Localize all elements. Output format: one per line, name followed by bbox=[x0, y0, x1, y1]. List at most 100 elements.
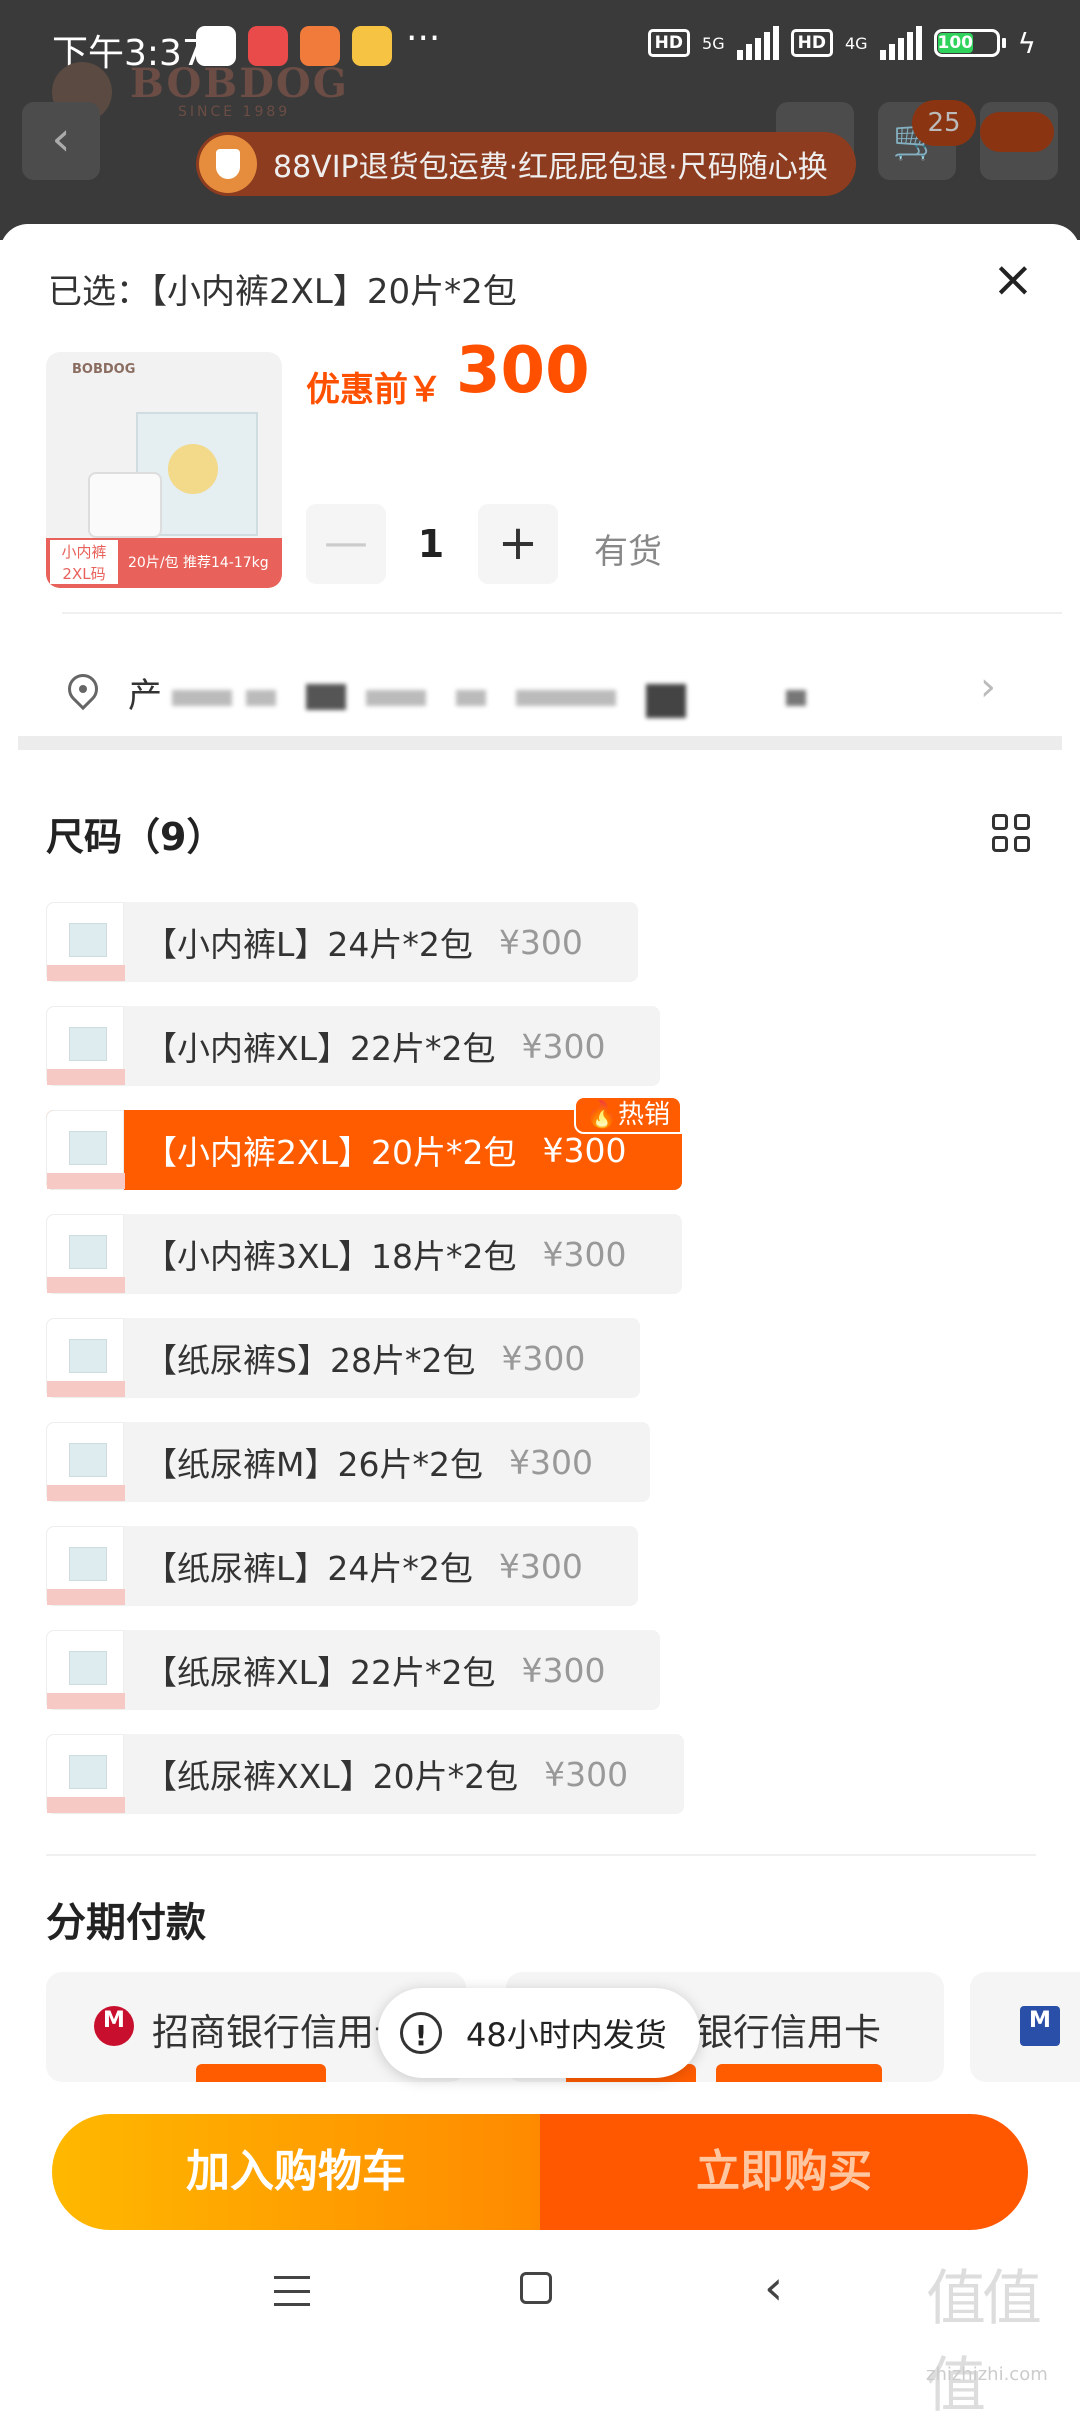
size-option-price: ¥300 bbox=[521, 1650, 606, 1690]
size-option[interactable]: 【小内裤2XL】20片*2包 ¥300 🔥热销 bbox=[46, 1096, 682, 1190]
buy-now-button[interactable]: 立即购买 bbox=[540, 2114, 1028, 2230]
thumb-size-line1: 小内裤 bbox=[61, 543, 107, 561]
thumb-size-line2: 2XL码 bbox=[62, 565, 106, 583]
more-button[interactable] bbox=[980, 102, 1058, 180]
size-option-thumbnail bbox=[46, 1630, 125, 1710]
bank-logo-icon bbox=[1020, 2006, 1060, 2046]
price-label: 优惠前￥ bbox=[306, 370, 442, 410]
size-option-price: ¥300 bbox=[544, 1754, 629, 1794]
home-icon[interactable] bbox=[520, 2272, 552, 2304]
size-option-thumbnail bbox=[46, 1006, 125, 1086]
hd-indicator: HD bbox=[647, 29, 691, 57]
shipping-toast: ! 48小时内发货 bbox=[378, 1988, 700, 2078]
size-option-name: 【小内裤L】24片*2包 bbox=[144, 925, 473, 964]
vip-banner[interactable]: 88VIP退货包运费·红屁屁包退·尺码随心换 bbox=[196, 132, 856, 196]
section-separator bbox=[18, 736, 1062, 750]
size-option-thumbnail bbox=[46, 902, 125, 982]
size-option[interactable]: 【小内裤L】24片*2包 ¥300 bbox=[46, 902, 638, 982]
battery-icon: 100 bbox=[933, 29, 1006, 57]
thumb-size-banner: 小内裤 2XL码 20片/包 推荐14-17kg bbox=[46, 538, 282, 588]
info-icon: ! bbox=[400, 2012, 442, 2054]
size-option-price: ¥300 bbox=[521, 1026, 606, 1066]
size-option-name: 【纸尿裤XL】22片*2包 bbox=[144, 1653, 496, 1692]
redacted-address bbox=[786, 690, 806, 706]
signal-icon bbox=[736, 26, 779, 60]
close-button[interactable]: × bbox=[986, 252, 1040, 306]
size-option-name: 【纸尿裤M】26片*2包 bbox=[144, 1445, 483, 1484]
redacted-address bbox=[246, 690, 276, 706]
back-button[interactable]: ‹ bbox=[22, 102, 100, 180]
redacted-address bbox=[646, 684, 686, 718]
installment-title: 分期付款 bbox=[46, 1900, 206, 1946]
size-option[interactable]: 【纸尿裤XXL】20片*2包 ¥300 bbox=[46, 1734, 684, 1814]
redacted-address bbox=[516, 690, 616, 706]
watermark-url: zhizhizhi.com bbox=[926, 2364, 1048, 2385]
toast-text: 48小时内发货 bbox=[466, 2016, 667, 2054]
shield-icon bbox=[199, 135, 257, 193]
bank-name: 招商银行信用卡 bbox=[152, 2011, 411, 2054]
more-notifications-icon: ··· bbox=[406, 18, 441, 59]
size-option-thumbnail bbox=[46, 1318, 125, 1398]
menu-icon[interactable] bbox=[274, 2276, 310, 2306]
add-to-cart-button[interactable]: 加入购物车 bbox=[52, 2114, 540, 2230]
signal-icon bbox=[879, 26, 922, 60]
back-icon[interactable]: ‹ bbox=[764, 2260, 783, 2316]
size-option-thumbnail bbox=[46, 1422, 125, 1502]
size-option[interactable]: 【小内裤3XL】18片*2包 ¥300 bbox=[46, 1214, 682, 1294]
size-option-price: ¥300 bbox=[501, 1338, 586, 1378]
address-text: 产 bbox=[128, 676, 162, 716]
quantity-value[interactable]: 1 bbox=[386, 504, 476, 584]
size-option-list: 【小内裤L】24片*2包 ¥300 【小内裤XL】22片*2包 ¥300 【小内裤2XL… bbox=[46, 902, 684, 1838]
size-option-thumbnail bbox=[46, 1734, 125, 1814]
size-option-price: ¥300 bbox=[498, 922, 583, 962]
hd-indicator: HD bbox=[790, 29, 833, 57]
quantity-decrease-button[interactable]: — bbox=[306, 504, 386, 584]
divider bbox=[62, 612, 1062, 614]
thumb-brand: BOBDOG bbox=[72, 362, 136, 377]
charging-icon: ϟ bbox=[1017, 26, 1036, 60]
size-option[interactable]: 【小内裤XL】22片*2包 ¥300 bbox=[46, 1006, 660, 1086]
size-option-name: 【纸尿裤S】28片*2包 bbox=[144, 1341, 476, 1380]
size-option-thumbnail bbox=[46, 1526, 125, 1606]
thumb-info: 20片/包 推荐14-17kg bbox=[128, 555, 269, 571]
price-value: 300 bbox=[456, 334, 590, 408]
grid-view-icon[interactable] bbox=[992, 814, 1030, 852]
size-option-price: ¥300 bbox=[498, 1546, 583, 1586]
size-option[interactable]: 【纸尿裤M】26片*2包 ¥300 bbox=[46, 1422, 650, 1502]
vip-banner-text: 88VIP退货包运费·红屁屁包退·尺码随心换 bbox=[273, 150, 828, 185]
system-navigation-bar: ‹ bbox=[0, 2240, 1080, 2350]
bank-logo-icon bbox=[94, 2006, 134, 2046]
installment-plan-button[interactable] bbox=[716, 2064, 882, 2082]
location-pin-icon bbox=[61, 667, 105, 711]
installment-option-bank3[interactable] bbox=[970, 1972, 1080, 2082]
size-option-thumbnail bbox=[46, 1110, 125, 1190]
size-option-price: ¥300 bbox=[542, 1130, 627, 1170]
action-bar: 加入购物车 立即购买 bbox=[52, 2114, 1028, 2230]
divider bbox=[46, 1854, 1036, 1856]
address-row[interactable]: 产 › bbox=[46, 624, 1046, 740]
installment-plan-button[interactable] bbox=[196, 2064, 326, 2082]
network-type: 4G bbox=[844, 33, 868, 53]
redacted-address bbox=[172, 690, 232, 706]
brand-name: BOBDOG bbox=[130, 60, 349, 107]
size-option[interactable]: 【纸尿裤L】24片*2包 ¥300 bbox=[46, 1526, 638, 1606]
battery-level: 100 bbox=[937, 33, 974, 53]
stock-status: 有货 bbox=[594, 532, 662, 572]
product-image[interactable]: BOBDOG 小内裤 2XL码 20片/包 推荐14-17kg bbox=[46, 352, 282, 588]
background-product-page: 下午3:37 ··· HD 5G HD 4G 100 ϟ BOBDOG SINC… bbox=[0, 0, 1080, 240]
size-option-name: 【纸尿裤L】24片*2包 bbox=[144, 1549, 473, 1588]
redacted-address bbox=[456, 690, 486, 706]
size-option-name: 【小内裤2XL】20片*2包 bbox=[144, 1133, 517, 1172]
sku-selection-sheet: 已选：【小内裤2XL】20片*2包 × BOBDOG 小内裤 2XL码 20片/… bbox=[0, 224, 1080, 2400]
quantity-increase-button[interactable]: + bbox=[478, 504, 558, 584]
thumb-size-tag: 小内裤 2XL码 bbox=[48, 538, 120, 586]
watermark: 值值值 bbox=[926, 2264, 1042, 2421]
size-option[interactable]: 【纸尿裤S】28片*2包 ¥300 bbox=[46, 1318, 640, 1398]
cart-count-badge: 25 bbox=[912, 100, 976, 146]
chevron-right-icon: › bbox=[980, 664, 996, 710]
size-option[interactable]: 【纸尿裤XL】22片*2包 ¥300 bbox=[46, 1630, 660, 1710]
size-option-thumbnail bbox=[46, 1214, 125, 1294]
network-type: 5G bbox=[702, 33, 725, 53]
size-option-price: ¥300 bbox=[508, 1442, 593, 1482]
size-option-name: 【小内裤XL】22片*2包 bbox=[144, 1029, 496, 1068]
